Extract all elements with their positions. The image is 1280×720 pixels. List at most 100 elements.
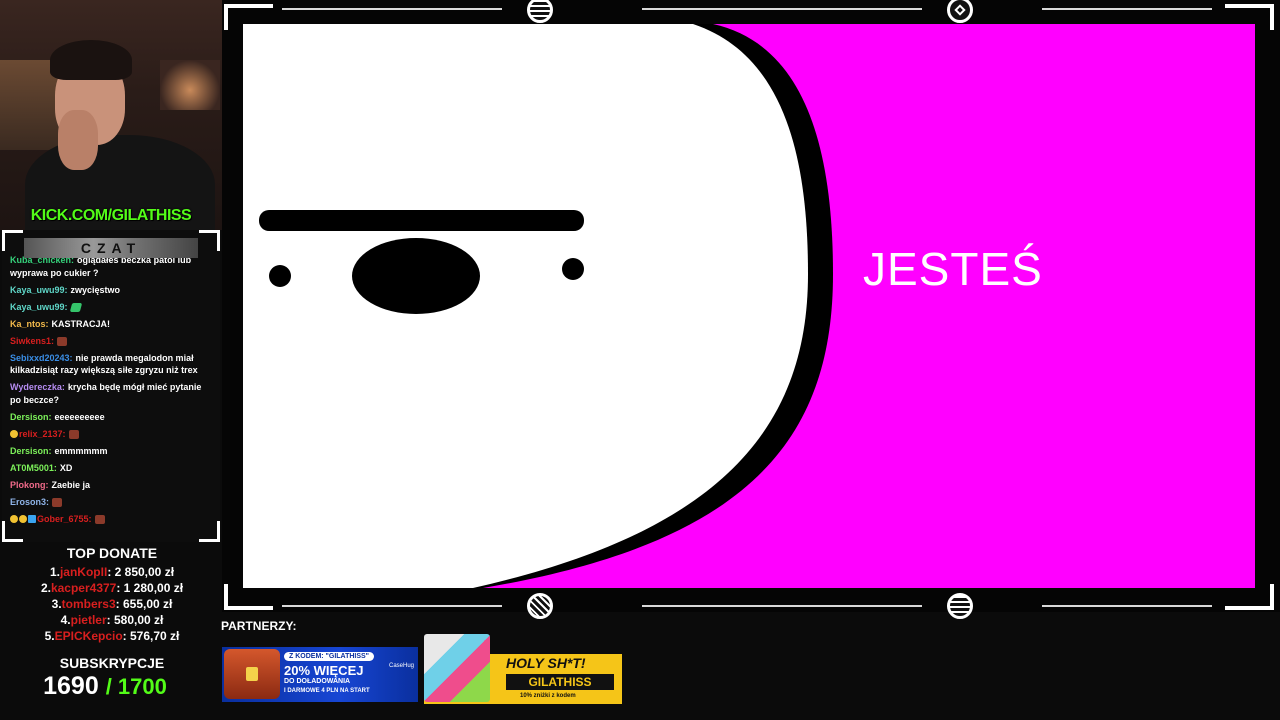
donor-name: EPICKepcio <box>54 629 123 643</box>
frame-line <box>282 8 502 10</box>
emote-icon <box>52 497 63 507</box>
donor-rank: 3. <box>51 597 62 611</box>
holy-banner[interactable]: HOLY SH*T! GILATHISS 10% zniżki z kodem <box>424 634 622 704</box>
right-dot <box>562 258 584 280</box>
chat-username[interactable]: Plokong: <box>10 480 49 490</box>
chat-text: emmmmmm <box>54 445 108 456</box>
user-badge-icon <box>28 515 36 524</box>
sponsor-logo-icon <box>527 593 553 619</box>
donor-row: 2.kacper4377: 1 280,00 zł <box>0 580 224 596</box>
eyebrow-line <box>259 210 584 231</box>
frame-line <box>282 605 502 607</box>
promo-headline: 20% WIĘCEJ <box>284 663 364 678</box>
emote-icon <box>57 336 68 346</box>
frame-line <box>642 8 922 10</box>
frame-line <box>1042 8 1212 10</box>
chat-message-list: Kuba_chicken: oglądałeś beczka patol lub … <box>10 254 214 530</box>
chat-message: Kaya_uwu99: zwycięstwo <box>10 284 214 297</box>
chat-text: Zaebie ja <box>51 479 91 490</box>
chat-message: Sebixxd20243: nie prawda megalodon miał k… <box>10 352 214 377</box>
donor-name: kacper4377 <box>50 581 117 595</box>
promo-line: I DARMOWE 4 PLN NA START <box>284 688 370 694</box>
nose-blob <box>352 238 480 314</box>
donor-row: 4.pietler: 580,00 zł <box>0 612 224 628</box>
chat-username[interactable]: Kaya_uwu99: <box>10 285 68 295</box>
frame-line <box>1042 605 1212 607</box>
chat-message: Siwkens1: <box>10 335 214 348</box>
product-boxes-icon <box>424 634 490 702</box>
subs-current: 1690 <box>43 672 99 700</box>
sponsor-logo-icon <box>947 593 973 619</box>
promo-code-pill: Z KODEM: "GILATHISS" <box>284 652 375 661</box>
chat-username[interactable]: relix_2137: <box>19 429 66 439</box>
donor-amount: : 580,00 zł <box>106 613 164 627</box>
chat-username[interactable]: Siwkens1: <box>10 336 54 346</box>
promo-line: DO DOŁADOWANIA <box>284 678 351 685</box>
holy-code: GILATHISS <box>506 674 614 690</box>
donor-amount: : 655,00 zł <box>115 597 173 611</box>
user-badge-icon <box>10 430 18 439</box>
donor-name: pietler <box>70 613 107 627</box>
chat-corner <box>2 230 23 251</box>
chat-corner <box>199 521 220 542</box>
left-dot <box>269 265 291 287</box>
chat-username[interactable]: Kaya_uwu99: <box>10 302 68 312</box>
top-donate-panel: TOP DONATE 1.janKopII: 2 850,00 zł 2.kacp… <box>0 545 224 644</box>
donor-rank: 5. <box>44 629 55 643</box>
holy-note: 10% zniżki z kodem <box>520 693 576 699</box>
chat-message: Kaya_uwu99: <box>10 301 214 314</box>
chat-username[interactable]: Gober_6755: <box>37 514 92 524</box>
top-donate-title: TOP DONATE <box>66 545 158 561</box>
donor-rank: 2. <box>40 581 51 595</box>
chat-message: AT0M5001: XD <box>10 462 214 475</box>
partners-label: PARTNERZY: <box>221 619 297 633</box>
donor-rank: 4. <box>60 613 71 627</box>
channel-url: KICK.COM/GILATHISS <box>30 207 192 224</box>
donor-name: janKopII <box>59 565 108 579</box>
chat-username[interactable]: AT0M5001: <box>10 463 57 473</box>
chat-message: Wydereczka: krycha będę mógł mieć pytanie… <box>10 381 214 406</box>
chest-icon <box>224 649 280 699</box>
chat-text: XD <box>59 462 73 473</box>
chat-username[interactable]: Dersison: <box>10 412 52 422</box>
chat-username[interactable]: Eroson3: <box>10 497 49 507</box>
partner-brand: CaseHug <box>388 663 414 669</box>
chat-message: Ka_ntos: KASTRACJA! <box>10 318 214 331</box>
donor-list: 1.janKopII: 2 850,00 zł 2.kacper4377: 1 2… <box>0 564 224 644</box>
chat-corner <box>199 230 220 251</box>
subs-title: SUBSKRYPCJE <box>59 655 165 671</box>
chat-message: Plokong: Zaebie ja <box>10 479 214 492</box>
chat-text: eeeeeeeeee <box>54 411 105 422</box>
chat-username[interactable]: Dersison: <box>10 446 52 456</box>
holy-title: HOLY SH*T! <box>506 655 586 671</box>
chat-panel: Kuba_chicken: oglądałeś beczka patol lub … <box>2 230 220 542</box>
chat-message: Dersison: eeeeeeeeee <box>10 411 214 424</box>
chat-header: CZAT <box>24 238 198 258</box>
video-content: JESTEŚ <box>243 24 1255 588</box>
sponsor-logo-icon <box>527 0 553 23</box>
background-lamp <box>160 60 220 110</box>
chat-username[interactable]: Wydereczka: <box>10 382 65 392</box>
webcam-feed: KICK.COM/GILATHISS <box>0 0 222 230</box>
donor-row: 1.janKopII: 2 850,00 zł <box>0 564 224 580</box>
emote-icon <box>69 302 82 312</box>
emote-icon <box>94 514 105 524</box>
chat-corner <box>2 521 23 542</box>
chat-username[interactable]: Sebixxd20243: <box>10 353 73 363</box>
subs-goal: / 1700 <box>105 674 167 699</box>
subs-counter: 1690 / 1700 <box>0 672 210 701</box>
chat-username[interactable]: Ka_ntos: <box>10 319 49 329</box>
streamer-hair <box>50 40 132 80</box>
donor-row: 5.EPICKepcio: 576,70 zł <box>0 628 224 644</box>
frame-line <box>642 605 922 607</box>
streamer-hand <box>58 110 98 170</box>
casehug-banner[interactable]: Z KODEM: "GILATHISS" 20% WIĘCEJ DO DOŁAD… <box>222 647 418 702</box>
donor-amount: : 2 850,00 zł <box>107 565 175 579</box>
chat-message: Dersison: emmmmmm <box>10 445 214 458</box>
donor-rank: 1. <box>49 565 60 579</box>
donor-name: tombers3 <box>61 597 116 611</box>
chat-message: Gober_6755: <box>10 513 214 526</box>
chat-text: zwycięstwo <box>70 284 121 295</box>
donor-amount: : 1 280,00 zł <box>116 581 184 595</box>
video-caption: JESTEŚ <box>863 243 1043 295</box>
